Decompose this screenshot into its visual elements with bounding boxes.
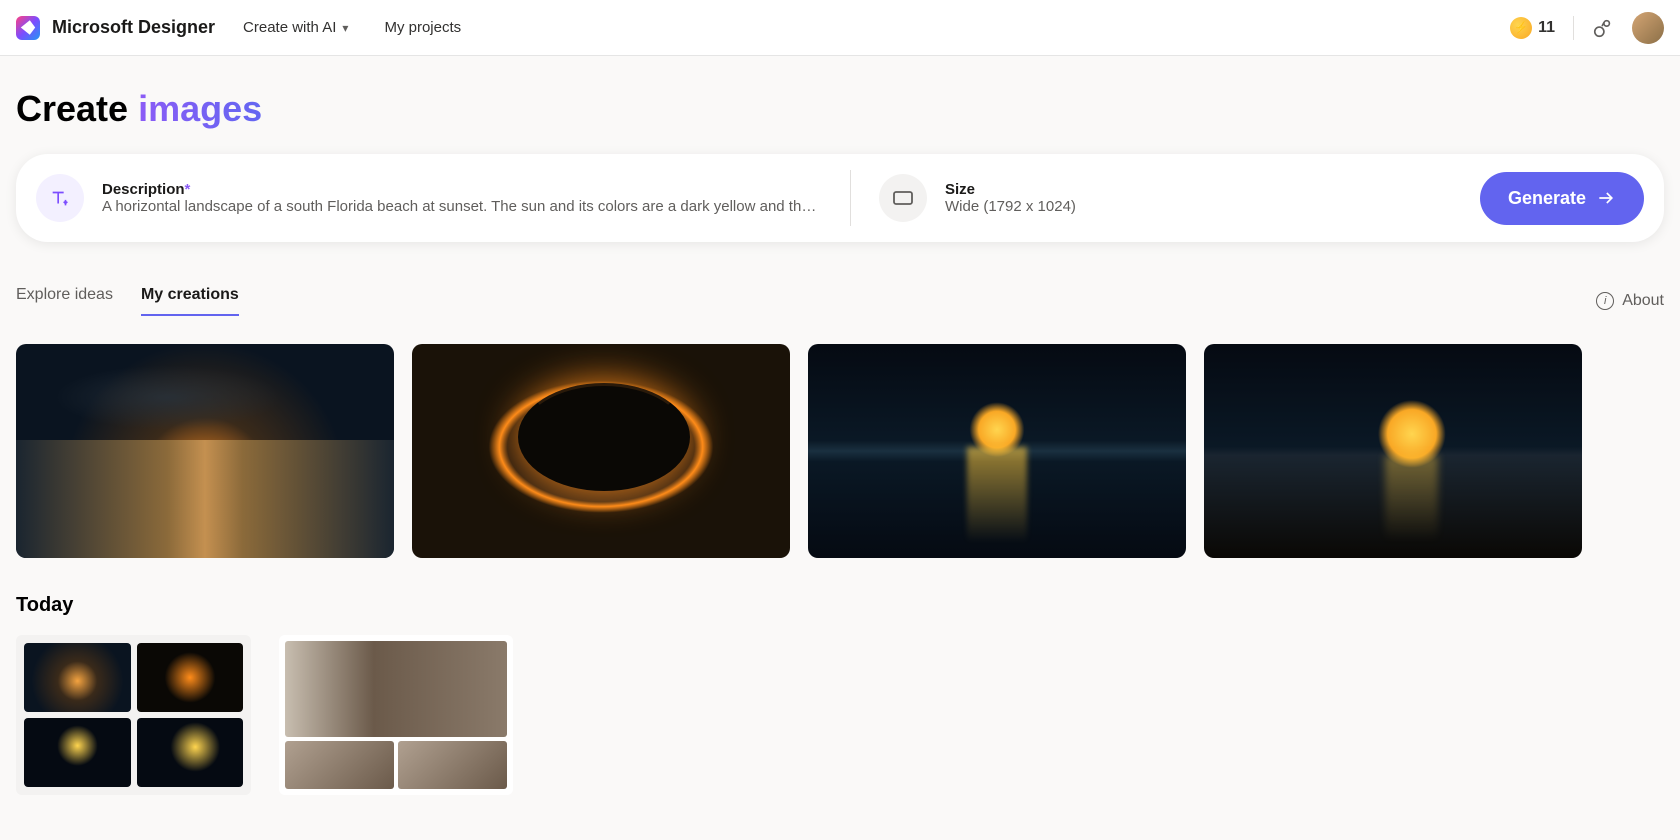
app-name: Microsoft Designer xyxy=(52,17,215,38)
size-value: Wide (1792 x 1024) xyxy=(945,198,1076,215)
divider xyxy=(850,170,851,226)
tabs-row: Explore ideas My creations i About xyxy=(16,286,1664,316)
page-title-part2: images xyxy=(138,88,262,129)
description-section[interactable]: Description* A horizontal landscape of a… xyxy=(36,174,822,222)
nav-create-with-ai-label: Create with AI xyxy=(243,19,336,36)
credits-value: 11 xyxy=(1538,19,1555,37)
credits-counter[interactable]: ⚡ 11 xyxy=(1510,17,1555,39)
description-value: A horizontal landscape of a south Florid… xyxy=(102,198,822,215)
generate-button[interactable]: Generate xyxy=(1480,172,1644,225)
section-today-title: Today xyxy=(16,594,1664,617)
creation-tile-3[interactable] xyxy=(808,344,1186,558)
generate-button-label: Generate xyxy=(1508,188,1586,209)
thumb xyxy=(398,741,507,789)
app-logo-icon xyxy=(16,16,40,40)
today-card-1[interactable] xyxy=(16,635,251,795)
about-label: About xyxy=(1622,292,1664,310)
about-link[interactable]: i About xyxy=(1596,292,1664,310)
today-row xyxy=(16,635,1664,795)
tab-my-creations[interactable]: My creations xyxy=(141,286,239,316)
tab-explore-ideas[interactable]: Explore ideas xyxy=(16,286,113,316)
main-content: Create images Description* A horizontal … xyxy=(0,56,1680,795)
chevron-down-icon: ▾ xyxy=(342,21,348,35)
page-title: Create images xyxy=(16,88,1664,130)
text-prompt-icon xyxy=(36,174,84,222)
creation-tile-1[interactable] xyxy=(16,344,394,558)
thumb xyxy=(24,718,131,787)
thumb xyxy=(24,643,131,712)
notifications-icon[interactable] xyxy=(1592,17,1614,39)
app-header: Microsoft Designer Create with AI ▾ My p… xyxy=(0,0,1680,56)
description-label: Description* xyxy=(102,181,822,198)
required-asterisk: * xyxy=(185,181,191,198)
thumb xyxy=(285,741,394,789)
size-section[interactable]: Size Wide (1792 x 1024) xyxy=(879,174,1480,222)
prompt-bar: Description* A horizontal landscape of a… xyxy=(16,154,1664,242)
thumb xyxy=(285,641,507,737)
size-icon xyxy=(879,174,927,222)
thumb xyxy=(137,718,244,787)
user-avatar[interactable] xyxy=(1632,12,1664,44)
creations-gallery xyxy=(16,344,1664,558)
divider xyxy=(1573,16,1574,40)
creation-tile-4[interactable] xyxy=(1204,344,1582,558)
today-card-2[interactable] xyxy=(279,635,513,795)
creation-tile-2[interactable] xyxy=(412,344,790,558)
nav-my-projects[interactable]: My projects xyxy=(384,19,461,36)
page-title-part1: Create xyxy=(16,88,138,129)
nav-create-with-ai[interactable]: Create with AI ▾ xyxy=(243,19,348,36)
arrow-right-icon xyxy=(1596,188,1616,208)
thumb xyxy=(137,643,244,712)
info-icon: i xyxy=(1596,292,1614,310)
coin-icon: ⚡ xyxy=(1510,17,1532,39)
size-label: Size xyxy=(945,181,1076,198)
